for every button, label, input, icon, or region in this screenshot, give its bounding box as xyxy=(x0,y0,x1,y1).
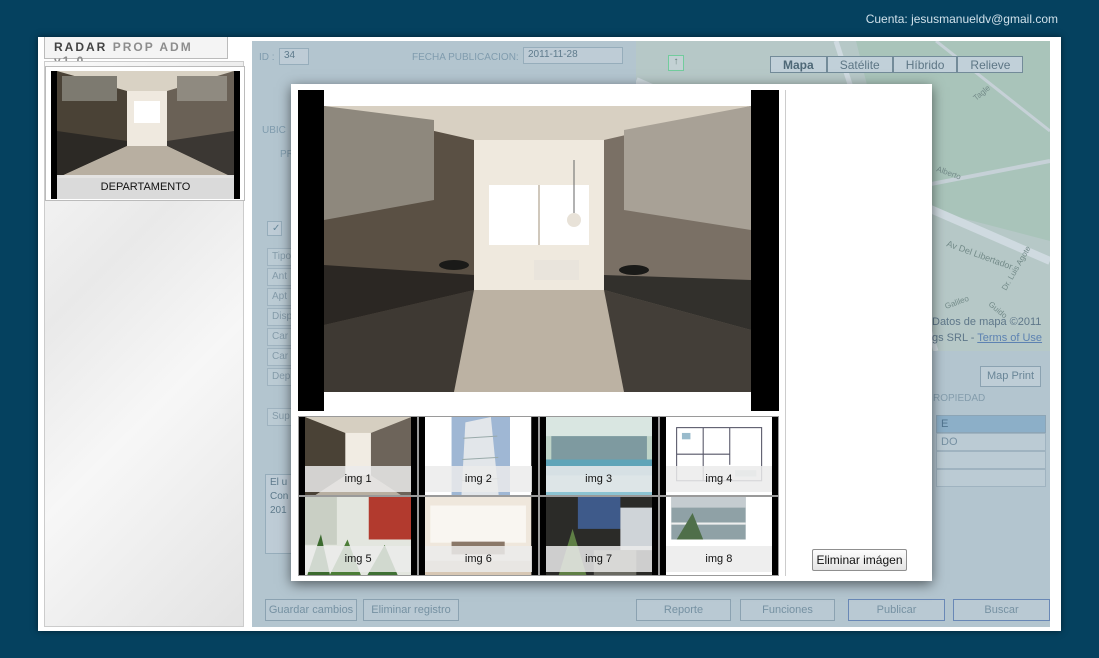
property-type-caption: DEPARTAMENTO xyxy=(57,175,234,199)
thumbnail-5[interactable]: img 5 xyxy=(299,497,418,575)
kitchen-photo xyxy=(57,71,234,178)
delete-image-button[interactable]: Eliminar imágen xyxy=(812,549,907,571)
thumbnail-2[interactable]: img 2 xyxy=(419,417,538,495)
thumbnail-4[interactable]: img 4 xyxy=(659,417,778,495)
logo-word-radar: RADAR xyxy=(54,40,108,54)
thumbnail-1[interactable]: img 1 xyxy=(299,417,418,495)
account-label: Cuenta: jesusmanueldv@gmail.com xyxy=(865,12,1058,26)
thumbnail-label: img 7 xyxy=(545,546,652,572)
thumbnail-6[interactable]: img 6 xyxy=(419,497,538,575)
thumbnail-7[interactable]: img 7 xyxy=(539,497,658,575)
thumbnail-label: img 1 xyxy=(305,466,412,492)
thumbnail-3[interactable]: img 3 xyxy=(539,417,658,495)
thumbnail-label: img 6 xyxy=(425,546,532,572)
thumbnail-label: img 3 xyxy=(545,466,652,492)
image-gallery-dialog: img 1 img 2 img 3 img 4 img 5 img 6 img … xyxy=(291,84,932,581)
thumbnail-label: img 5 xyxy=(305,546,412,572)
app-logo: RADAR PROP ADM v1.0 xyxy=(44,37,228,68)
property-list-sidebar: DEPARTAMENTO xyxy=(44,61,245,627)
main-image-viewer xyxy=(298,90,779,411)
property-card[interactable]: DEPARTAMENTO xyxy=(45,66,245,201)
main-kitchen-photo xyxy=(324,90,751,411)
thumbnail-label: img 8 xyxy=(665,546,772,572)
thumbnail-label: img 2 xyxy=(425,466,532,492)
dialog-divider xyxy=(785,90,786,576)
thumbnail-label: img 4 xyxy=(665,466,772,492)
property-thumbnail[interactable]: DEPARTAMENTO xyxy=(51,71,240,199)
thumbnail-grid: img 1 img 2 img 3 img 4 img 5 img 6 img … xyxy=(298,416,779,576)
thumbnail-8[interactable]: img 8 xyxy=(659,497,778,575)
logo-word-prop-adm: PROP ADM xyxy=(112,40,193,54)
